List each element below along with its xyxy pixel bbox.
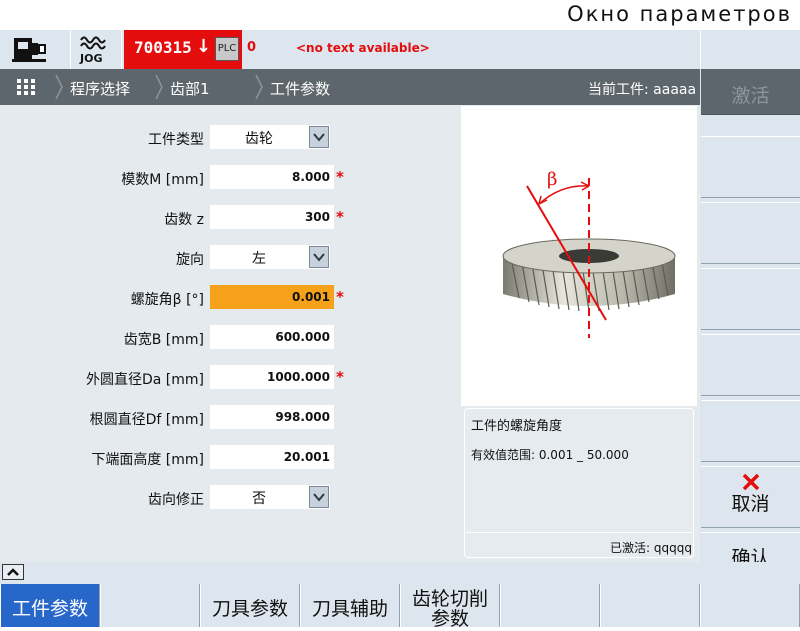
gear-cutting-params-tab[interactable]: 齿轮切削 参数 [400,584,500,630]
alarm-number: 700315 [134,38,192,57]
root-diameter-input[interactable]: 998.000 [210,405,334,429]
tooth-correction-value: 否 [252,491,266,507]
breadcrumb-tooth-section[interactable]: 齿部1 [170,78,210,99]
helical-gear-illustration: β [502,169,676,338]
chevron-down-icon[interactable] [309,246,329,268]
tooth-width-input[interactable]: 600.000 [210,325,334,349]
beta-symbol: β [547,169,557,190]
required-marker: * [336,208,344,226]
bottom-strip [0,562,800,583]
mode-label: JOG [80,52,103,65]
alarm-message: <no text available> [296,41,430,55]
tooth-correction-label: 齿向修正 [148,492,204,508]
header-right-area [700,30,800,69]
tool-aux-tab-label: 刀具辅助 [311,598,388,620]
helix-direction-label: 旋向 [176,252,204,268]
workpiece-params-tab[interactable]: 工件参数 [0,584,100,627]
workpiece-type-select[interactable]: 齿轮 [210,125,330,149]
breadcrumb-program-select[interactable]: 程序选择 [70,78,130,99]
workpiece-type-value: 齿轮 [245,131,273,147]
root-diameter-label: 根圆直径Df [mm] [89,412,204,428]
current-workpiece: 当前工件: aaaaa [588,82,697,98]
grid-menu-icon[interactable] [16,78,36,96]
helix-direction-select[interactable]: 左 [210,245,330,269]
window-title: Окно параметров [567,2,792,26]
helix-direction-value: 左 [252,251,266,267]
chevron-up-icon [7,568,19,576]
outer-diameter-input[interactable]: 1000.000 [210,365,334,389]
lower-face-height-input[interactable]: 20.001 [210,445,334,469]
vertical-softkey-5[interactable] [701,334,800,396]
valid-range-text: 有效值范围: 0.001 _ 50.000 [471,448,629,462]
helix-angle-label: 螺旋角β [°] [130,292,204,308]
module-input[interactable]: 8.000 [210,165,334,189]
required-marker: * [336,168,344,186]
required-marker: * [336,368,344,386]
activate-button-label: 激活 [731,85,770,107]
workpiece-params-tab-label: 工件参数 [11,598,88,620]
horizontal-softkey-8[interactable] [700,584,800,627]
module-label: 模数M [mm] [121,172,204,188]
lower-face-height-label: 下端面高度 [mm] [91,452,204,468]
breadcrumb-workpiece-params[interactable]: 工件参数 [270,78,330,99]
horizontal-softkey-6[interactable] [500,584,600,627]
breadcrumb-separator-icon [55,74,63,100]
machine-icon [12,38,46,62]
jog-wave-icon [80,36,106,50]
vertical-softkey-6[interactable] [701,400,800,462]
expand-button[interactable] [2,564,24,580]
window-title-bar: Окно параметров [0,0,800,30]
tool-aux-tab[interactable]: 刀具辅助 [300,584,400,627]
tooth-width-label: 齿宽B [mm] [123,332,204,348]
vertical-softkey-4[interactable] [701,268,800,330]
workpiece-type-label: 工件类型 [148,132,204,148]
cancel-button[interactable]: 取消 [701,466,800,528]
chevron-down-icon[interactable] [309,486,329,508]
activate-button[interactable]: 激活 [701,69,800,115]
helix-angle-input[interactable]: 0.001 [210,285,334,309]
divider [466,532,692,533]
vertical-softkey-3[interactable] [701,202,800,264]
alarm-count: 0 [247,40,257,55]
cancel-button-label: 取消 [731,493,770,515]
info-title: 工件的螺旋角度 [471,419,563,434]
horizontal-softkey-2[interactable] [100,584,200,627]
tooth-correction-select[interactable]: 否 [210,485,330,509]
confirm-button[interactable]: 确认 [701,532,800,569]
tool-params-tab-label: 刀具参数 [211,598,288,620]
breadcrumb-separator-icon [155,74,163,100]
horizontal-softkey-7[interactable] [600,584,700,627]
vertical-softkey-2[interactable] [701,136,800,198]
breadcrumb-separator-icon [255,74,263,100]
arrow-down-icon: ↓ [196,36,212,57]
teeth-count-input[interactable]: 300 [210,205,334,229]
tool-params-tab[interactable]: 刀具参数 [200,584,300,627]
required-marker: * [336,288,344,306]
chevron-down-icon[interactable] [309,126,329,148]
plc-badge: PLC [215,37,239,61]
activated-status: 已激活: qqqqq [610,541,692,555]
outer-diameter-label: 外圆直径Da [mm] [85,372,204,388]
teeth-count-label: 齿数 z [164,212,204,228]
